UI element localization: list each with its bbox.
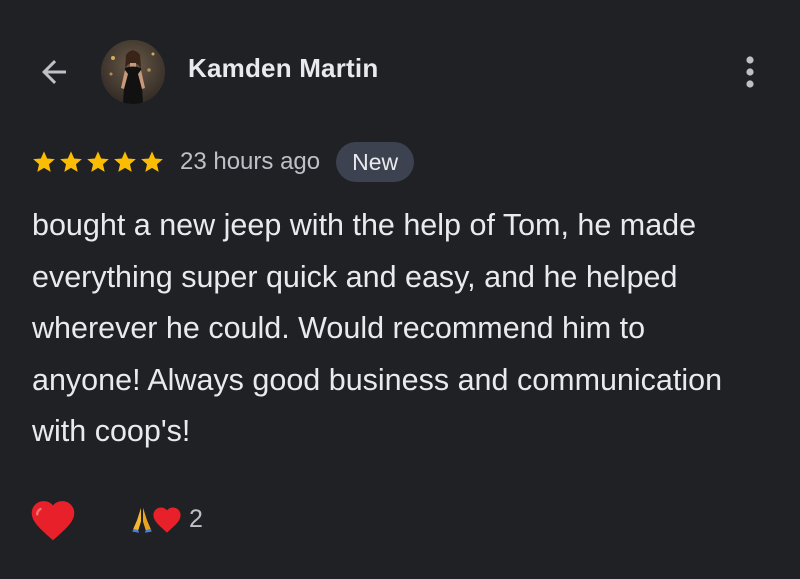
reaction-summary[interactable]: 2 bbox=[127, 504, 203, 534]
like-button[interactable] bbox=[27, 495, 79, 543]
star-icon bbox=[114, 151, 136, 172]
review-timestamp: 23 hours ago bbox=[180, 148, 321, 175]
reviewer-name[interactable]: Kamden Martin bbox=[188, 53, 378, 84]
review-meta: 23 hours ago New bbox=[31, 142, 415, 182]
star-icon bbox=[33, 151, 55, 172]
reaction-count: 2 bbox=[189, 504, 203, 533]
back-button[interactable] bbox=[34, 52, 74, 92]
reactions-bar: 2 bbox=[27, 494, 203, 544]
red-heart-icon bbox=[153, 507, 181, 533]
reviewer-avatar[interactable] bbox=[101, 40, 165, 104]
star-rating bbox=[31, 149, 166, 175]
review-header: Kamden Martin bbox=[0, 0, 800, 140]
review-text: bought a new jeep with the help of Tom, … bbox=[32, 208, 723, 448]
star-icon bbox=[60, 151, 82, 172]
star-icon bbox=[87, 151, 109, 172]
arrow-left-icon bbox=[42, 60, 66, 84]
new-badge: New bbox=[336, 142, 415, 182]
more-vertical-icon bbox=[746, 56, 754, 88]
more-options-button[interactable] bbox=[730, 50, 770, 94]
red-heart-icon bbox=[31, 501, 75, 541]
star-icon bbox=[141, 151, 163, 172]
